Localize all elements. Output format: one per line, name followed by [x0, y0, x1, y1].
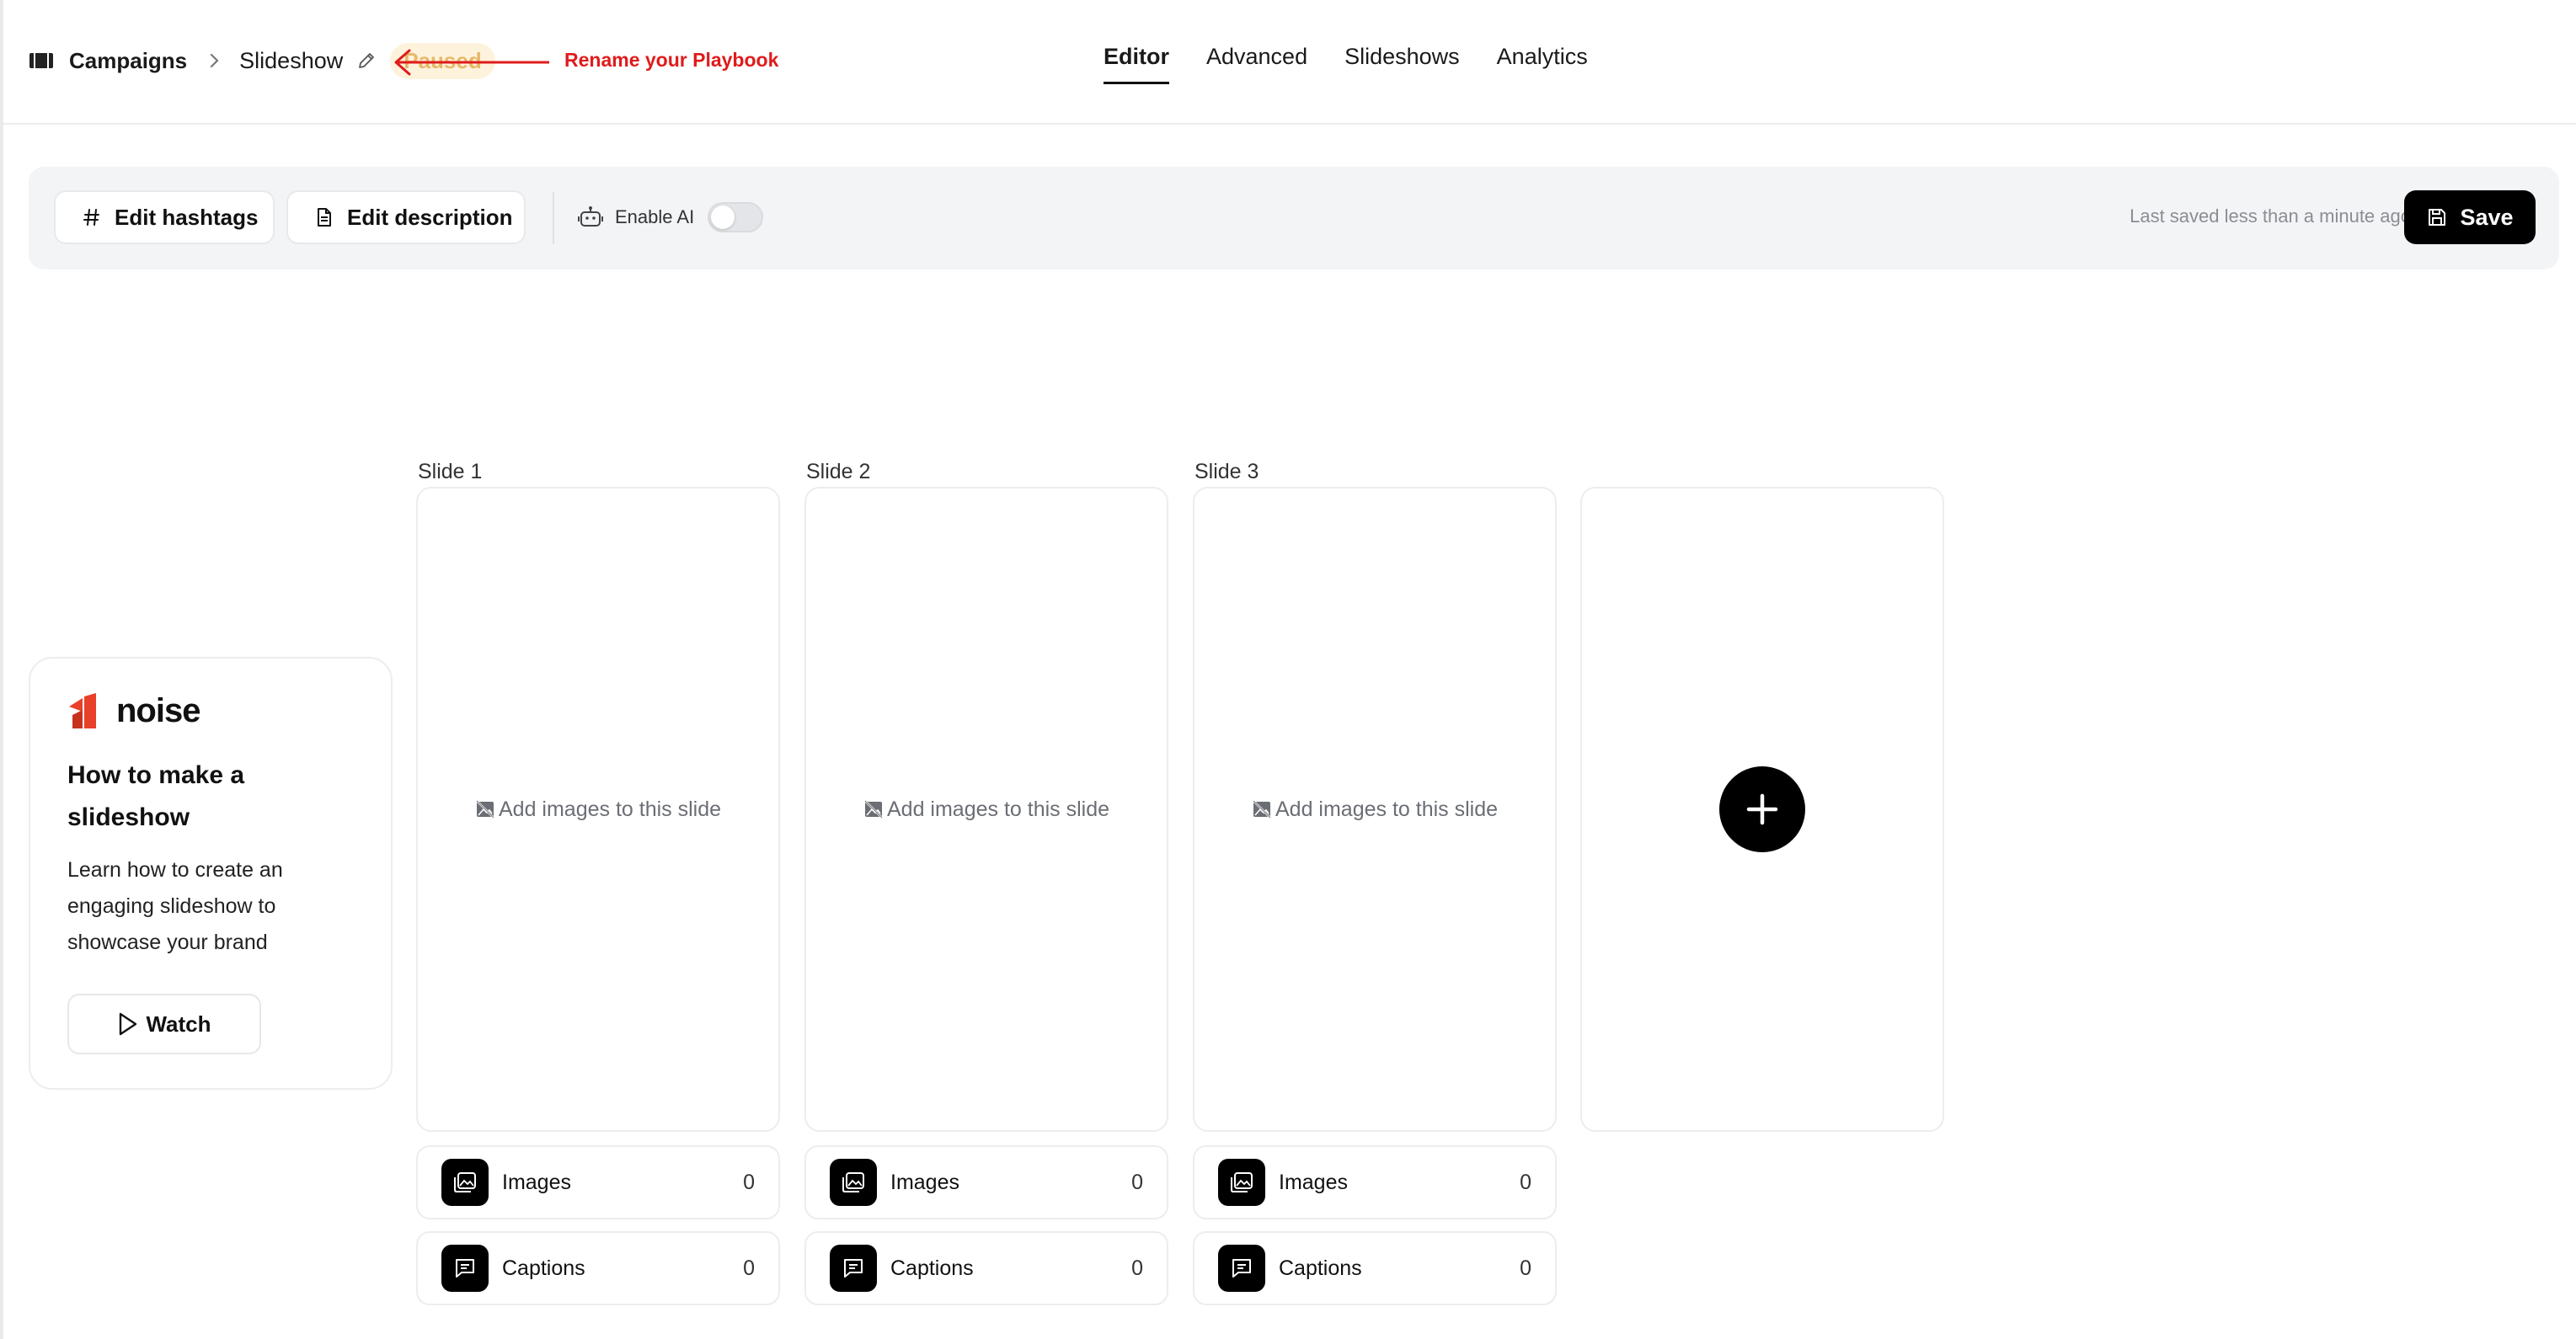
edit-description-button[interactable]: Edit description [286, 190, 526, 244]
caption-icon [830, 1245, 877, 1292]
captions-label: Captions [1279, 1256, 1362, 1280]
images-count: 0 [1131, 1170, 1143, 1194]
images-label: Images [890, 1170, 959, 1194]
images-count: 0 [1520, 1170, 1531, 1194]
images-count: 0 [743, 1170, 755, 1194]
tab-editor[interactable]: Editor [1104, 44, 1169, 84]
pencil-icon[interactable] [355, 49, 378, 72]
tutorial-card: noise How to make a slideshow Learn how … [29, 657, 393, 1090]
noise-logo-icon [69, 692, 96, 728]
playbook-name[interactable]: Slideshow [239, 48, 343, 74]
watch-button[interactable]: Watch [67, 994, 261, 1054]
captions-label: Captions [890, 1256, 974, 1280]
toolbar-divider [553, 192, 554, 244]
image-off-icon [863, 798, 885, 820]
breadcrumb-campaigns-link[interactable]: Campaigns [69, 48, 187, 74]
document-icon [312, 205, 337, 230]
captions-count: 0 [1520, 1256, 1531, 1280]
slide-empty-state: Add images to this slide [1252, 798, 1498, 822]
images-label: Images [1279, 1170, 1348, 1194]
slide-column: Slide 2 Add images to this slide Images … [804, 455, 1168, 1305]
toggle-knob [711, 205, 735, 229]
top-header: Campaigns Slideshow Paused Rename your P… [3, 0, 2576, 125]
slide-empty-text: Add images to this slide [886, 797, 1110, 821]
captions-count: 0 [743, 1256, 755, 1280]
hashtag-icon [79, 205, 104, 230]
last-saved-status: Last saved less than a minute ago [2130, 205, 2411, 227]
slide-column: Slide 3 Add images to this slide Images … [1193, 455, 1557, 1305]
slide-label: Slide 2 [806, 460, 871, 483]
tab-slideshows[interactable]: Slideshows [1344, 44, 1460, 84]
image-off-icon [1252, 798, 1274, 820]
captions-count: 0 [1131, 1256, 1143, 1280]
robot-icon [576, 203, 605, 232]
tutorial-title: How to make a slideshow [67, 761, 245, 831]
slide-images-row[interactable]: Images 0 [416, 1145, 780, 1219]
slide-captions-row[interactable]: Captions 0 [416, 1231, 780, 1305]
edit-hashtags-button[interactable]: Edit hashtags [54, 190, 275, 244]
slide-label: Slide 1 [418, 460, 483, 483]
image-off-icon [475, 798, 497, 820]
enable-ai-control: Enable AI [576, 202, 764, 232]
logo-text: noise [116, 692, 200, 729]
chevron-right-icon [206, 51, 224, 70]
caption-icon [1218, 1245, 1265, 1292]
add-slide-button[interactable] [1719, 766, 1805, 852]
slide-empty-text: Add images to this slide [1275, 797, 1499, 821]
save-label: Save [2460, 204, 2514, 230]
slide-images-row[interactable]: Images 0 [1193, 1145, 1557, 1219]
annotation-label: Rename your Playbook [564, 49, 779, 71]
slide-captions-row[interactable]: Captions 0 [804, 1231, 1168, 1305]
slide-images-row[interactable]: Images 0 [804, 1145, 1168, 1219]
film-icon [29, 51, 54, 70]
slide-empty-state: Add images to this slide [475, 798, 721, 822]
main-tabs: Editor Advanced Slideshows Analytics [1104, 44, 1588, 84]
images-icon [1218, 1159, 1265, 1206]
tutorial-description: Learn how to create an engaging slidesho… [67, 858, 283, 954]
tab-advanced[interactable]: Advanced [1206, 44, 1307, 84]
brand-logo: noise [67, 692, 200, 730]
captions-label: Captions [502, 1256, 585, 1280]
tab-analytics[interactable]: Analytics [1497, 44, 1588, 84]
floppy-disk-icon [2426, 206, 2448, 228]
images-icon [830, 1159, 877, 1206]
enable-ai-label: Enable AI [615, 206, 695, 227]
slide-column: Slide 1 Add images to this slide Images … [416, 455, 780, 1305]
slide-empty-state: Add images to this slide [863, 798, 1109, 822]
plus-icon [1746, 793, 1778, 825]
window-border [0, 0, 3, 1339]
caption-icon [441, 1245, 489, 1292]
enable-ai-toggle[interactable] [708, 202, 764, 232]
play-icon [117, 1011, 142, 1038]
watch-label: Watch [146, 1011, 211, 1037]
edit-description-label: Edit description [347, 204, 513, 230]
slide-label: Slide 3 [1194, 460, 1259, 483]
slide-dropzone[interactable]: Add images to this slide [1193, 487, 1557, 1132]
save-button[interactable]: Save [2404, 190, 2536, 244]
slide-dropzone[interactable]: Add images to this slide [804, 487, 1168, 1132]
add-slide-card[interactable] [1580, 487, 1944, 1132]
slide-captions-row[interactable]: Captions 0 [1193, 1231, 1557, 1305]
slide-empty-text: Add images to this slide [498, 797, 722, 821]
editor-toolbar: Edit hashtags Edit description Enable AI… [29, 167, 2559, 269]
slide-dropzone[interactable]: Add images to this slide [416, 487, 780, 1132]
images-label: Images [502, 1170, 571, 1194]
edit-hashtags-label: Edit hashtags [115, 204, 259, 230]
images-icon [441, 1159, 489, 1206]
